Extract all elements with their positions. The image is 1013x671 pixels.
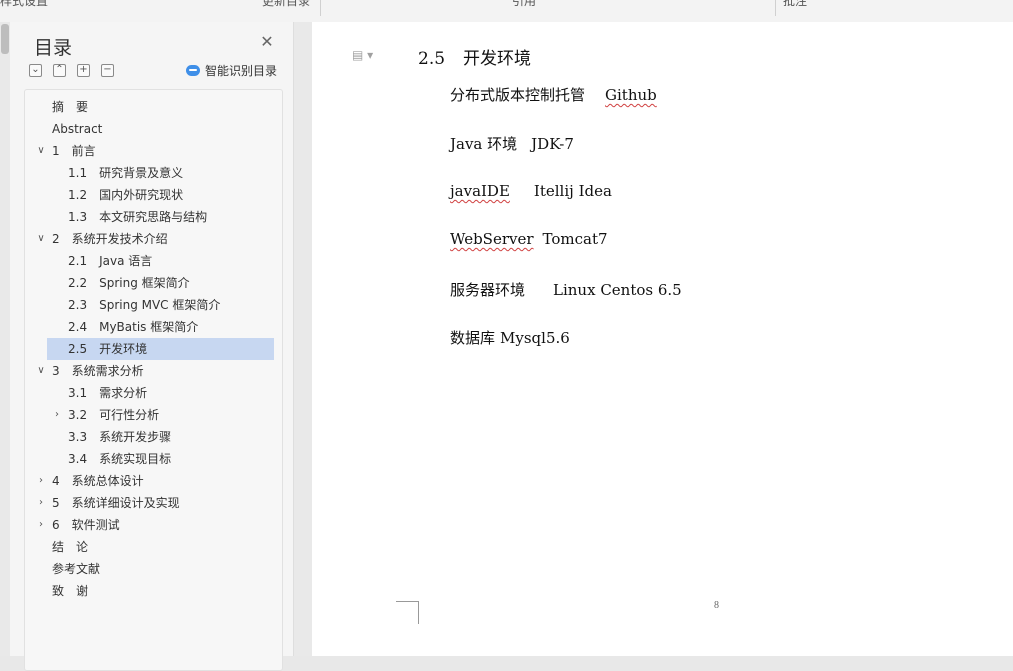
toc-item-label: 1.2 国内外研究现状 <box>68 188 184 202</box>
env-value: Mysql5.6 <box>500 329 570 347</box>
toc-item-label: 结 论 <box>52 540 89 554</box>
page-number: 8 <box>714 600 719 611</box>
toc-item[interactable]: 3.3 系统开发步骤 <box>68 426 171 448</box>
cloud-icon <box>186 65 200 76</box>
chevron-right-icon[interactable]: › <box>35 514 47 536</box>
env-label: 数据库 <box>450 329 496 347</box>
remove-icon[interactable]: − <box>101 64 114 77</box>
toc-item[interactable]: 结 论 <box>52 536 88 558</box>
env-line: 数据库 Mysql5.6 <box>450 327 570 348</box>
toc-item[interactable]: › 3.2 可行性分析 <box>51 404 159 426</box>
top-toolbar: 样式设置 更新目录 引用 批注 <box>0 0 1013 23</box>
env-label: javaIDE <box>450 182 510 200</box>
close-icon[interactable]: ✕ <box>259 34 275 50</box>
toc-title: 目录 <box>34 37 73 59</box>
env-line: Java 环境 JDK-7 <box>450 133 574 154</box>
toc-item[interactable]: Abstract <box>52 118 102 140</box>
toc-item[interactable]: 3.4 系统实现目标 <box>68 448 171 470</box>
toc-item[interactable]: 3.1 需求分析 <box>68 382 147 404</box>
toc-item-label: 6 软件测试 <box>52 518 120 532</box>
toc-scrollbar[interactable] <box>0 22 10 656</box>
toc-item-label: 2.3 Spring MVC 框架简介 <box>68 298 221 312</box>
toc-item-label: 2.1 Java 语言 <box>68 254 153 268</box>
smart-toc-button[interactable]: 智能识别目录 <box>186 62 277 79</box>
env-label: Java 环境 <box>450 135 518 153</box>
toc-item-label: 3 系统需求分析 <box>52 364 144 378</box>
toc-item[interactable]: ∨ 3 系统需求分析 <box>35 360 144 382</box>
paragraph-menu-icon[interactable]: ▤ ▾ <box>352 48 373 62</box>
toolbar-item-style[interactable]: 样式设置 <box>0 0 48 9</box>
chevron-down-icon[interactable]: ∨ <box>35 140 47 162</box>
env-label: 分布式版本控制托管 <box>450 86 586 104</box>
toc-item-label: 3.2 可行性分析 <box>68 408 160 422</box>
toc-item[interactable]: ∨ 2 系统开发技术介绍 <box>35 228 168 250</box>
toc-item-label: 5 系统详细设计及实现 <box>52 496 180 510</box>
add-icon[interactable]: + <box>77 64 90 77</box>
chevron-right-icon[interactable]: › <box>51 404 63 426</box>
toc-item-label: 4 系统总体设计 <box>52 474 144 488</box>
toc-item-label: 3.1 需求分析 <box>68 386 148 400</box>
toc-item[interactable]: ∨ 1 前言 <box>35 140 96 162</box>
env-label: 服务器环境 <box>450 281 526 299</box>
toc-item-label: 1.1 研究背景及意义 <box>68 166 184 180</box>
env-line: 服务器环境 Linux Centos 6.5 <box>450 279 682 300</box>
toolbar-separator <box>775 0 776 16</box>
env-value: Github <box>605 86 657 104</box>
env-line: 分布式版本控制托管 Github <box>450 84 657 105</box>
chevron-down-icon[interactable]: ∨ <box>35 228 47 250</box>
section-heading: 2.5 开发环境 <box>418 44 531 69</box>
smart-toc-label: 智能识别目录 <box>205 64 278 78</box>
env-value: Linux Centos 6.5 <box>553 281 682 299</box>
toolbar-separator <box>320 0 321 16</box>
toolbar-item-reference[interactable]: 引用 <box>512 0 536 9</box>
toc-item[interactable]: 2.3 Spring MVC 框架简介 <box>68 294 220 316</box>
toc-item-label: 2.5 开发环境 <box>68 342 148 356</box>
toc-item[interactable]: 1.2 国内外研究现状 <box>68 184 183 206</box>
toc-item-active[interactable]: 2.5 开发环境 <box>47 338 274 360</box>
toc-list: 摘 要 Abstract ∨ 1 前言 1.1 研究背景及意义 1.2 国内外研究… <box>24 89 283 671</box>
document-area: ▤ ▾ 2.5 开发环境 分布式版本控制托管 Github Java 环境 JDK-7… <box>294 22 1013 656</box>
toc-item-label: 致 谢 <box>52 584 89 598</box>
toolbar-item-update-toc[interactable]: 更新目录 <box>262 0 310 9</box>
toc-item[interactable]: 致 谢 <box>52 580 88 602</box>
env-line: javaIDE Itellij Idea <box>450 182 612 200</box>
document-page[interactable]: ▤ ▾ 2.5 开发环境 分布式版本控制托管 Github Java 环境 JDK-7… <box>312 22 1013 656</box>
toc-item-label: 参考文献 <box>52 562 101 576</box>
toc-item[interactable]: 2.2 Spring 框架简介 <box>68 272 190 294</box>
scrollbar-thumb[interactable] <box>1 24 9 54</box>
env-value: JDK-7 <box>531 135 574 153</box>
toc-item[interactable]: › 6 软件测试 <box>35 514 120 536</box>
heading-text: 开发环境 <box>463 49 532 69</box>
toc-item-label: Abstract <box>52 122 103 136</box>
chevron-right-icon[interactable]: › <box>35 492 47 514</box>
toc-item[interactable]: 参考文献 <box>52 558 100 580</box>
env-line: WebServer Tomcat7 <box>450 230 608 248</box>
toc-item-label: 3.3 系统开发步骤 <box>68 430 172 444</box>
toolbar-item-comment[interactable]: 批注 <box>783 0 807 9</box>
env-value: Tomcat7 <box>542 230 608 248</box>
toc-panel: 目录 ✕ ⌄ ⌃ + − 智能识别目录 摘 要 Abstract ∨ 1 前言 1… <box>0 22 294 671</box>
expand-up-icon[interactable]: ⌃ <box>53 64 66 77</box>
chevron-right-icon[interactable]: › <box>35 470 47 492</box>
toc-item[interactable]: › 5 系统详细设计及实现 <box>35 492 180 514</box>
env-label: WebServer <box>450 230 534 248</box>
toc-item[interactable]: › 4 系统总体设计 <box>35 470 144 492</box>
page-corner-mark <box>396 601 419 624</box>
toc-item-label: 1.3 本文研究思路与结构 <box>68 210 208 224</box>
heading-number: 2.5 <box>418 49 446 69</box>
collapse-all-icon[interactable]: ⌄ <box>29 64 42 77</box>
env-value: Itellij Idea <box>533 182 612 200</box>
toc-item[interactable]: 摘 要 <box>52 96 88 118</box>
toc-item-label: 3.4 系统实现目标 <box>68 452 172 466</box>
toc-item-label: 1 前言 <box>52 144 96 158</box>
toc-item[interactable]: 1.1 研究背景及意义 <box>68 162 183 184</box>
toc-item-label: 2 系统开发技术介绍 <box>52 232 168 246</box>
chevron-down-icon[interactable]: ∨ <box>35 360 47 382</box>
toc-item-label: 2.4 MyBatis 框架简介 <box>68 320 199 334</box>
toc-item[interactable]: 2.1 Java 语言 <box>68 250 152 272</box>
toc-item-label: 摘 要 <box>52 100 89 114</box>
toc-item[interactable]: 1.3 本文研究思路与结构 <box>68 206 207 228</box>
toc-item[interactable]: 2.4 MyBatis 框架简介 <box>68 316 198 338</box>
toc-item-label: 2.2 Spring 框架简介 <box>68 276 190 290</box>
